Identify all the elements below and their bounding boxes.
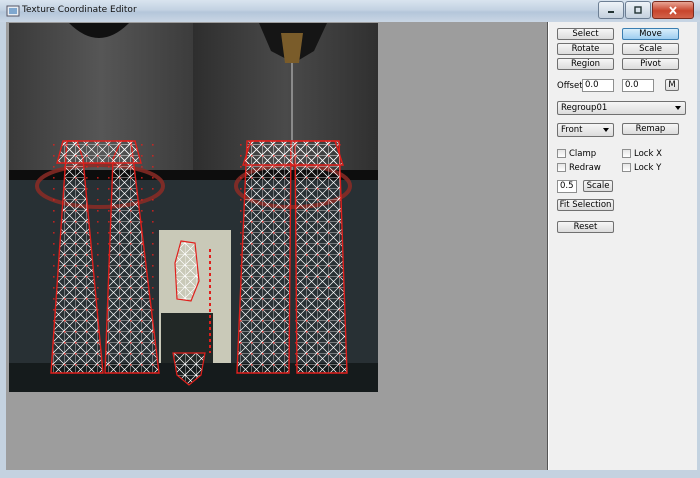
- select-button[interactable]: Select: [557, 28, 614, 40]
- fit-selection-button[interactable]: Fit Selection: [557, 199, 614, 211]
- redraw-label: Redraw: [569, 163, 601, 173]
- tool-panel: Select Move Rotate Scale Region Pivot Of…: [548, 22, 697, 470]
- region-button[interactable]: Region: [557, 58, 614, 70]
- pivot-button[interactable]: Pivot: [622, 58, 679, 70]
- lock-y-label: Lock Y: [634, 163, 662, 173]
- lock-x-label: Lock X: [634, 149, 662, 159]
- window-title: Texture Coordinate Editor: [22, 5, 137, 15]
- chevron-down-icon: [675, 106, 681, 110]
- window-frame-bottom: [0, 470, 700, 478]
- lock-x-checkbox[interactable]: [622, 149, 631, 158]
- uv-viewport[interactable]: [6, 22, 548, 470]
- caption-buttons: [597, 1, 694, 19]
- remap-button[interactable]: Remap: [622, 123, 679, 135]
- move-button[interactable]: Move: [622, 28, 679, 40]
- regroup-dropdown[interactable]: Regroup01: [557, 101, 686, 115]
- scale-mode-button[interactable]: Scale: [622, 43, 679, 55]
- view-value: Front: [561, 125, 583, 135]
- reset-button[interactable]: Reset: [557, 221, 614, 233]
- close-icon: [669, 5, 677, 15]
- regroup-value: Regroup01: [561, 103, 608, 113]
- maximize-icon: [634, 6, 642, 14]
- rotate-button[interactable]: Rotate: [557, 43, 614, 55]
- chevron-down-icon: [603, 128, 609, 132]
- close-button[interactable]: [652, 1, 694, 19]
- offset-x-input[interactable]: 0.0: [582, 79, 614, 92]
- right-pants-verts: [237, 141, 347, 373]
- view-dropdown[interactable]: Front: [557, 123, 614, 137]
- uv-mesh-right-pants[interactable]: [236, 140, 348, 374]
- texture-coordinate-editor-window: Texture Coordinate Editor Select Move Ro…: [0, 0, 700, 478]
- offset-y-input[interactable]: 0.0: [622, 79, 654, 92]
- maximize-button[interactable]: [625, 1, 651, 19]
- lock-y-checkbox[interactable]: [622, 163, 631, 172]
- app-icon: [6, 5, 20, 17]
- m-button[interactable]: M: [665, 79, 679, 91]
- clamp-checkbox[interactable]: [557, 149, 566, 158]
- redraw-checkbox[interactable]: [557, 163, 566, 172]
- minimize-button[interactable]: [598, 1, 624, 19]
- texture-canvas[interactable]: [9, 23, 378, 392]
- title-bar[interactable]: Texture Coordinate Editor: [0, 0, 700, 22]
- left-pants-verts: [51, 141, 159, 373]
- scale-value-input[interactable]: 0.5: [557, 180, 577, 193]
- clamp-label: Clamp: [569, 149, 597, 159]
- scale-apply-button[interactable]: Scale: [583, 180, 613, 192]
- uv-mesh-left-pants[interactable]: [50, 140, 160, 374]
- minimize-icon: [608, 11, 614, 13]
